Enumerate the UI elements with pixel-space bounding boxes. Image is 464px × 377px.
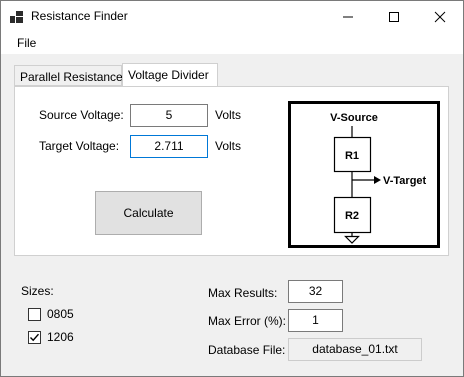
tab-voltage-divider[interactable]: Voltage Divider: [122, 63, 218, 86]
minimize-icon: [343, 16, 353, 18]
r2-label: R2: [345, 210, 359, 222]
target-voltage-label: Target Voltage:: [39, 139, 120, 153]
max-error-label: Max Error (%):: [208, 314, 286, 328]
minimize-button[interactable]: [325, 1, 371, 32]
size-1206-label: 1206: [47, 330, 74, 344]
ground-icon: [344, 235, 360, 244]
source-voltage-input[interactable]: 5: [130, 104, 208, 127]
menu-bar: File: [1, 32, 463, 54]
target-arrow-icon: [374, 176, 381, 184]
window-title: Resistance Finder: [31, 9, 128, 23]
tab-label: Voltage Divider: [128, 68, 209, 82]
max-error-input[interactable]: 1: [288, 309, 343, 332]
size-1206-checkbox[interactable]: [28, 331, 41, 344]
maximize-icon: [389, 12, 399, 22]
calculate-button[interactable]: Calculate: [95, 191, 202, 235]
maximize-button[interactable]: [371, 1, 417, 32]
max-results-label: Max Results:: [208, 286, 278, 300]
circuit-svg: V-Source R1 V-Target R2: [330, 112, 427, 244]
size-0805-checkbox[interactable]: [28, 308, 41, 321]
tab-label: Parallel Resistance: [20, 70, 123, 84]
source-voltage-unit: Volts: [215, 108, 242, 122]
title-bar: Resistance Finder: [1, 1, 463, 32]
voltage-divider-panel: Source Voltage: 5 Volts Target Voltage: …: [14, 86, 449, 256]
r1-label: R1: [345, 150, 359, 162]
close-icon: [434, 11, 446, 23]
tab-parallel-resistance[interactable]: Parallel Resistance: [14, 65, 123, 86]
size-0805-label: 0805: [47, 307, 74, 321]
max-results-input[interactable]: 32: [288, 280, 343, 303]
v-source-label: V-Source: [330, 112, 378, 124]
database-file-label: Database File:: [208, 343, 286, 357]
close-button[interactable]: [417, 1, 463, 32]
app-window: Resistance Finder File Parallel Resistan…: [0, 0, 464, 377]
source-voltage-label: Source Voltage:: [39, 108, 124, 122]
target-voltage-input[interactable]: 2.711: [130, 135, 208, 158]
v-target-label: V-Target: [383, 175, 427, 187]
app-icon: [10, 11, 23, 23]
menu-file[interactable]: File: [17, 36, 36, 50]
sizes-label: Sizes:: [21, 284, 54, 298]
target-voltage-unit: Volts: [215, 139, 242, 153]
checkmark-icon: [30, 333, 40, 342]
database-file-field[interactable]: database_01.txt: [288, 338, 422, 361]
circuit-diagram: V-Source R1 V-Target R2: [288, 101, 440, 248]
